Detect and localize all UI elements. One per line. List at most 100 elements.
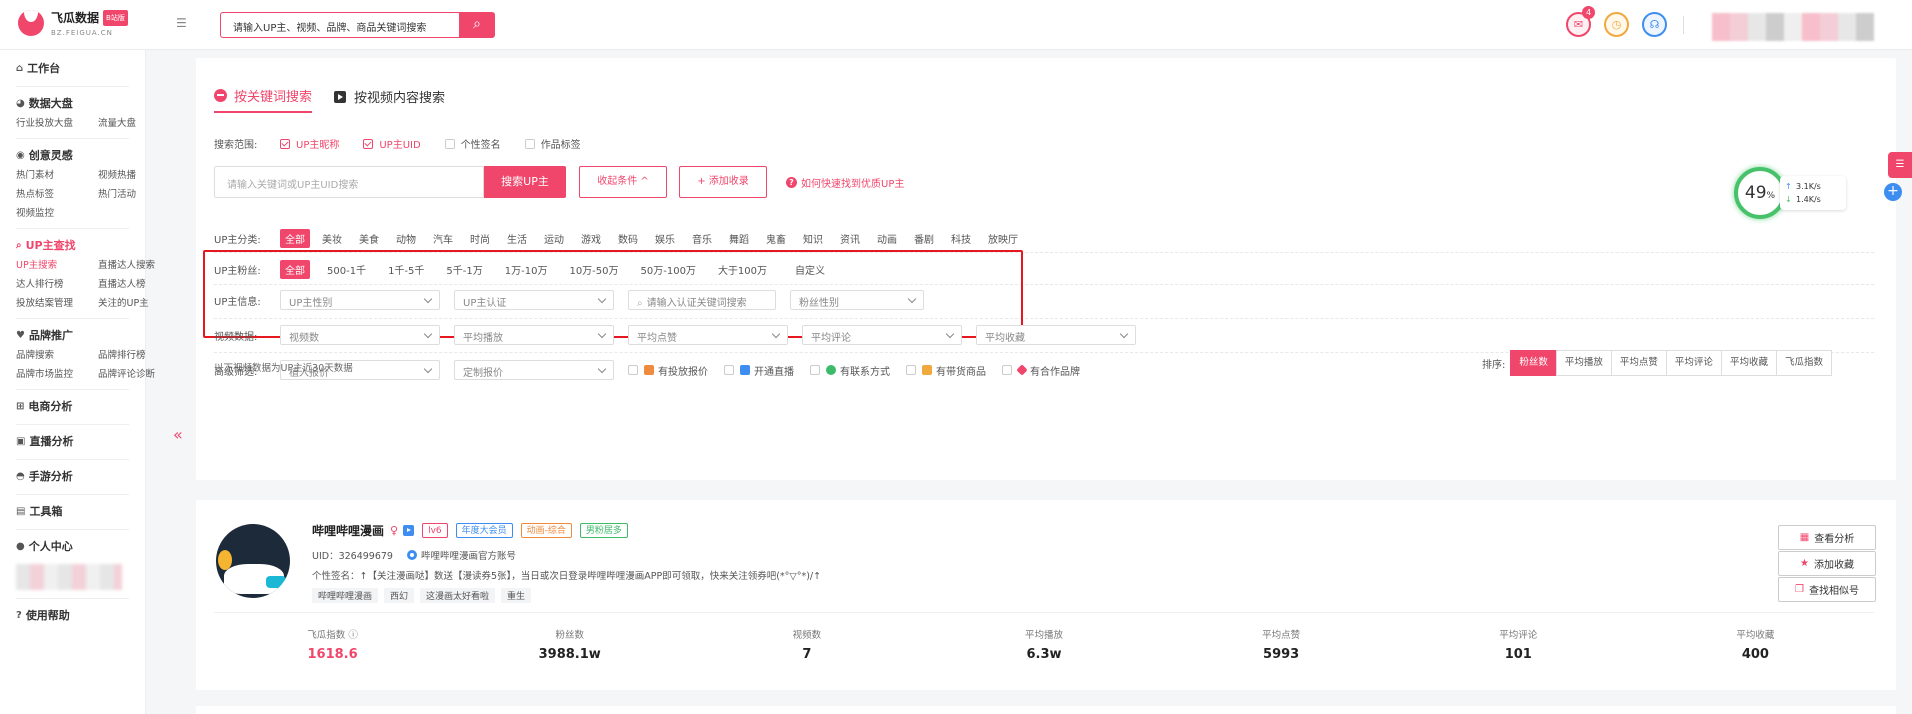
sort-option-button[interactable]: 飞瓜指数 [1775,350,1832,376]
customer-service-button[interactable]: ☊ [1642,12,1667,37]
category-chip[interactable]: 游戏 [576,229,606,248]
sidebar-item-ranking[interactable]: 达人排行榜 [16,276,98,293]
checkbox-signature[interactable]: 个性签名 [444,136,501,151]
checkbox-has-brands[interactable]: 有合作品牌 [1002,363,1080,378]
sidebar-item-video-monitor[interactable]: 视频监控 [16,205,98,222]
sidebar-section-dashboard[interactable]: ◕ 数据大盘 [16,93,129,115]
checkbox-has-products[interactable]: 有带货商品 [906,363,986,378]
category-chip[interactable]: 娱乐 [650,229,680,248]
category-chip[interactable]: 生活 [502,229,532,248]
keyword-tag[interactable]: 重生 [501,588,532,603]
sidebar-item-toolbox[interactable]: ▤ 工具箱 [16,501,129,523]
avatar[interactable] [216,524,290,598]
custom-price-select[interactable]: 定制报价 [454,360,614,380]
collapse-sidebar-icon[interactable]: « [173,425,183,444]
sidebar-item-live[interactable]: ▣ 直播分析 [16,431,129,453]
sidebar-item-hot-tags[interactable]: 热点标签 [16,186,98,203]
search-up-button[interactable]: 搜索UP主 [484,166,566,198]
category-chip[interactable]: 美妆 [317,229,347,248]
upload-speed: 3.1K/s [1796,182,1821,191]
avg-play-select[interactable]: 平均播放 [454,325,614,345]
category-chip[interactable]: 知识 [798,229,828,248]
category-chip[interactable]: 全部 [280,229,310,248]
sort-option-button[interactable]: 粉丝数 [1510,350,1557,376]
add-collection-button[interactable]: + 添加收录 [679,166,767,198]
category-chip[interactable]: 运动 [539,229,569,248]
sort-option-button[interactable]: 平均点赞 [1610,350,1667,376]
category-chip[interactable]: 动画 [872,229,902,248]
category-chip[interactable]: 音乐 [687,229,717,248]
category-chip[interactable]: 美食 [354,229,384,248]
sidebar-item-brand-comments[interactable]: 品牌评论诊断 [98,366,158,383]
category-chip[interactable]: 时尚 [465,229,495,248]
keyword-tag[interactable]: 这漫画太好看啦 [420,588,496,603]
category-chip[interactable]: 数码 [613,229,643,248]
sidebar-item-video-trending[interactable]: 视频热播 [98,167,158,184]
tab-keyword-search[interactable]: 按关键词搜索 [214,86,313,113]
category-chip[interactable]: 放映厅 [983,229,1023,248]
sort-option-button[interactable]: 平均收藏 [1720,350,1777,376]
sidebar-item-personal[interactable]: ● 个人中心 [16,536,129,558]
side-panel-toggle[interactable]: ☰ [1888,152,1912,178]
user-info-blurred[interactable] [1712,13,1874,41]
video-count-select[interactable]: 视频数 [280,325,440,345]
sidebar-item-workbench[interactable]: ⌂ 工作台 [16,58,129,80]
find-similar-button[interactable]: ❐ 查找相似号 [1778,577,1876,602]
sidebar-item-live-ranking[interactable]: 直播达人榜 [98,276,158,293]
category-chip[interactable]: 番剧 [909,229,939,248]
category-chip[interactable]: 舞蹈 [724,229,754,248]
category-chip[interactable]: 汽车 [428,229,458,248]
avg-like-select[interactable]: 平均点赞 [628,325,788,345]
plus-icon[interactable]: + [1884,183,1902,201]
keyword-tag[interactable]: 哔哩哔哩漫画 [312,588,379,603]
checkbox-has-ad-price[interactable]: 有投放报价 [628,363,708,378]
sidebar-item-up-search[interactable]: UP主搜索 [16,257,98,274]
sidebar-item-game[interactable]: ◓ 手游分析 [16,466,129,488]
category-chip[interactable]: 资讯 [835,229,865,248]
category-chip[interactable]: 科技 [946,229,976,248]
sort-option-button[interactable]: 平均播放 [1555,350,1612,376]
checkbox-live-enabled[interactable]: 开通直播 [724,363,794,378]
help-link[interactable]: ? 如何快速找到优质UP主 [786,175,904,190]
sidebar-item-brand-ranking[interactable]: 品牌排行榜 [98,347,158,364]
category-chip[interactable]: 鬼畜 [761,229,791,248]
sidebar-section-up-search[interactable]: ⌕ UP主查找 [16,235,129,257]
global-search-input[interactable]: 请输入UP主、视频、品牌、商品关键词搜索 [220,12,460,38]
tab-video-content-search[interactable]: 按视频内容搜索 [334,86,445,113]
sidebar-item-live-search[interactable]: 直播达人搜索 [98,257,158,274]
avg-comment-select[interactable]: 平均评论 [802,325,962,345]
avg-favorite-select[interactable]: 平均收藏 [976,325,1136,345]
sidebar-section-brand[interactable]: ♥ 品牌推广 [16,325,129,347]
sidebar-item-hot-events[interactable]: 热门活动 [98,186,158,203]
category-chip[interactable]: 动物 [391,229,421,248]
sort-option-button[interactable]: 平均评论 [1665,350,1722,376]
sidebar-item-industry-dashboard[interactable]: 行业投放大盘 [16,115,98,132]
message-button[interactable]: ✉ 4 [1566,6,1595,37]
scope-label: 搜索范围: [214,140,258,151]
checkbox-up-nickname[interactable]: UP主昵称 [280,136,339,151]
sidebar-item-brand-search[interactable]: 品牌搜索 [16,347,98,364]
sidebar-item-ecommerce[interactable]: ⊞ 电商分析 [16,396,129,418]
up-name[interactable]: 哔哩哔哩漫画 [312,522,384,539]
history-button[interactable]: ◷ [1604,12,1629,37]
checkbox-up-uid[interactable]: UP主UID [363,136,421,151]
view-analysis-button[interactable]: ▦ 查看分析 [1778,525,1876,550]
keyword-search-input[interactable]: 请输入关键词或UP主UID搜索 [214,166,484,198]
sidebar-item-campaign-management[interactable]: 投放结案管理 [16,295,98,312]
collapse-conditions-button[interactable]: 收起条件 ^ [579,166,667,198]
menu-toggle-icon[interactable]: ☰ [176,17,188,29]
logo[interactable]: 飞瓜数据 B站版 BZ.FEIGUA.CN [18,10,128,40]
metric-item: 粉丝数 3988.1w [451,627,688,662]
global-search-button[interactable]: ⌕ [459,12,495,38]
sidebar-item-help[interactable]: ? 使用帮助 [16,605,129,627]
network-speed-widget[interactable]: 49% ↑ ↓ 3.1K/s 1.4K/s [1734,167,1884,219]
add-favorite-button[interactable]: ★ 添加收藏 [1778,551,1876,576]
sidebar-item-brand-monitor[interactable]: 品牌市场监控 [16,366,98,383]
keyword-tag[interactable]: 西幻 [384,588,415,603]
sidebar-item-traffic-dashboard[interactable]: 流量大盘 [98,115,158,132]
sidebar-item-followed-up[interactable]: 关注的UP主 [98,295,158,312]
sidebar-section-creative[interactable]: ◉ 创意灵感 [16,145,129,167]
checkbox-work-tags[interactable]: 作品标签 [524,136,581,151]
sidebar-item-hot-material[interactable]: 热门素材 [16,167,98,184]
checkbox-has-contact[interactable]: 有联系方式 [810,363,890,378]
